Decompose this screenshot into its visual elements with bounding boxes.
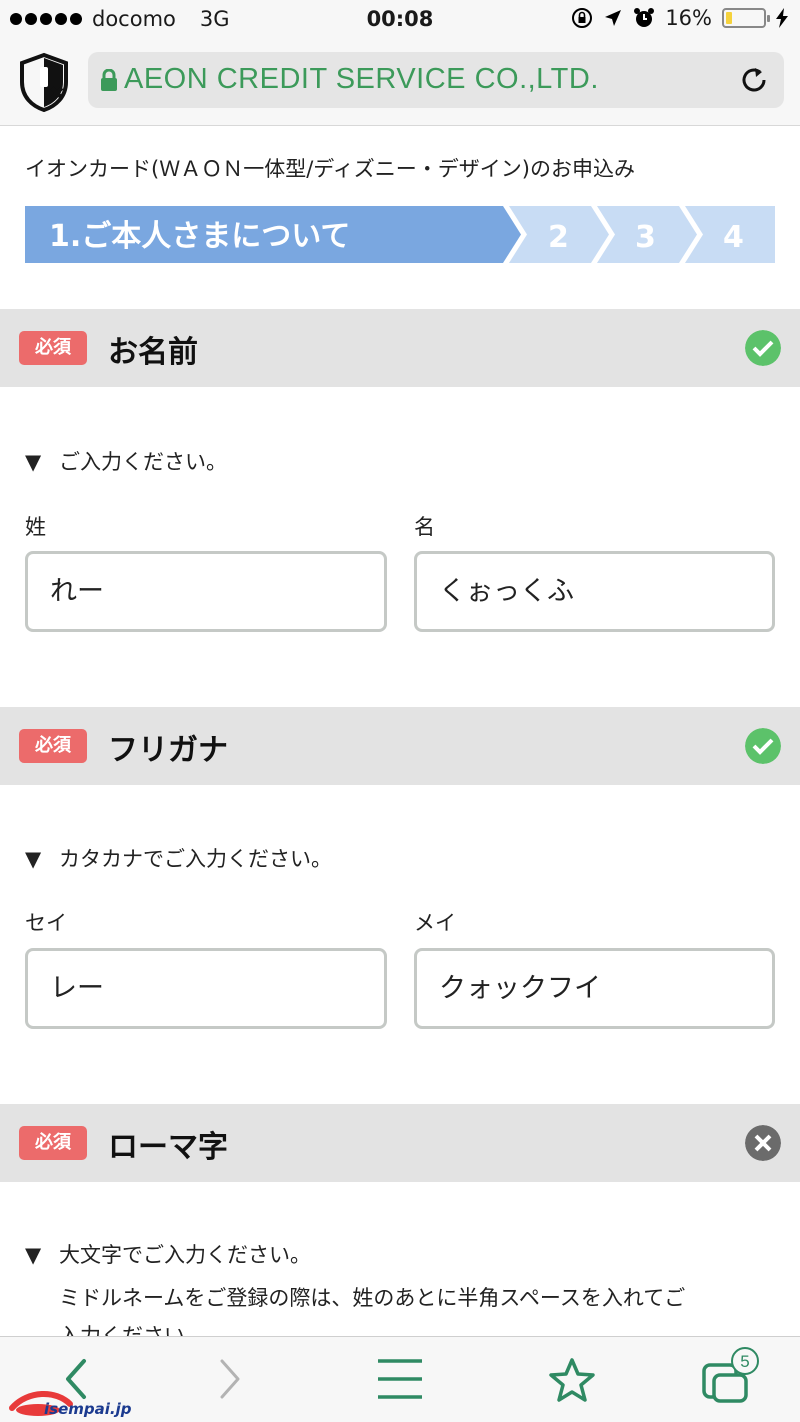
forward-arrow-icon[interactable] (214, 1355, 244, 1403)
step-1-label: 1.ご本人さまについて (49, 219, 350, 254)
shield-warning-icon[interactable] (18, 52, 70, 112)
alarm-icon (634, 8, 655, 27)
section-header-furigana: 必須 フリガナ (0, 707, 800, 785)
status-bar: docomo 3G 00:08 16% (0, 0, 800, 40)
instruction-name: ▼ ご入力ください。 (25, 443, 227, 481)
last-name-label: 姓 (25, 515, 46, 539)
triangle-down-icon: ▼ (25, 1243, 42, 1267)
first-name-kana-input[interactable]: クォックフイ (414, 948, 775, 1029)
last-name-kana-input[interactable]: レー (25, 948, 387, 1029)
section-title: お名前 (108, 335, 198, 370)
reload-icon[interactable] (738, 64, 770, 96)
charging-bolt-icon (776, 8, 788, 28)
last-name-input[interactable]: れー (25, 551, 387, 632)
triangle-down-icon: ▼ (25, 450, 42, 474)
step-4-label: 4 (723, 220, 744, 255)
section-title: フリガナ (108, 733, 228, 768)
browser-address-bar: AEON CREDIT SERVICE CO.,LTD. (0, 40, 800, 126)
instruction-furigana: ▼ カタカナでご入力ください。 (25, 840, 332, 878)
error-circle-icon (745, 1125, 781, 1161)
step-3-label: 3 (635, 220, 656, 255)
tab-count: 5 (740, 1352, 749, 1371)
tabs-icon[interactable]: 5 (700, 1345, 766, 1407)
url-text: AEON CREDIT SERVICE CO.,LTD. (124, 63, 599, 95)
first-name-input[interactable]: くぉっくふ (414, 551, 775, 632)
instruction-romaji-line2: ミドルネームをご登録の際は、姓のあとに半角スペースを入れてご (59, 1286, 686, 1310)
lock-icon (101, 69, 117, 91)
first-name-kana-label: メイ (414, 911, 456, 935)
check-circle-icon (745, 728, 781, 764)
required-badge: 必須 (19, 729, 87, 763)
last-name-kana-label: セイ (25, 911, 67, 935)
section-title: ローマ字 (108, 1130, 228, 1165)
required-badge: 必須 (19, 1126, 87, 1160)
page-title: イオンカード(ＷＡＯＮ一体型/ディズニー・デザイン)のお申込み (25, 157, 635, 181)
url-field[interactable]: AEON CREDIT SERVICE CO.,LTD. (88, 52, 784, 108)
first-name-label: 名 (414, 515, 435, 539)
status-icons: 16% (571, 6, 788, 30)
section-header-name: 必須 お名前 (0, 309, 800, 387)
watermark-text: isempai.jp (44, 1400, 132, 1418)
step-progress-bar: 1.ご本人さまについて 2 3 4 (25, 206, 775, 263)
required-badge: 必須 (19, 331, 87, 365)
section-header-romaji: 必須 ローマ字 (0, 1104, 800, 1182)
bookmark-star-icon[interactable] (548, 1357, 596, 1403)
location-arrow-icon (605, 10, 622, 26)
battery-icon (722, 8, 770, 28)
step-2-label: 2 (548, 220, 569, 255)
battery-percent: 16% (665, 6, 712, 30)
menu-icon[interactable] (376, 1357, 424, 1401)
triangle-down-icon: ▼ (25, 847, 42, 871)
battery-level (726, 12, 732, 24)
rotation-lock-icon (572, 8, 593, 28)
check-circle-icon (745, 330, 781, 366)
